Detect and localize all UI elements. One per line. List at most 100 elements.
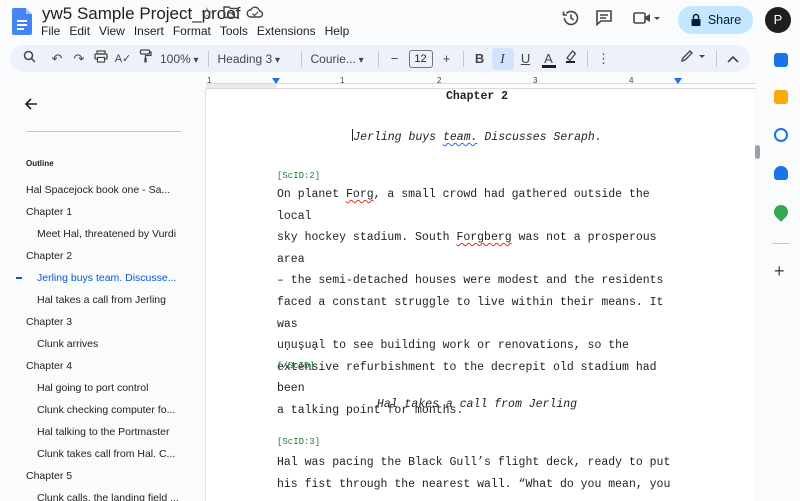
scrollbar-thumb[interactable] [755, 145, 760, 159]
outline-item[interactable]: Chapter 2 [0, 245, 206, 267]
outline-divider [26, 131, 181, 132]
outline-list: Hal Spacejock book one - Sa... Chapter 1… [0, 179, 206, 501]
zoom-select[interactable]: 100% [156, 48, 203, 70]
share-button[interactable]: Share [678, 6, 753, 34]
menu-file[interactable]: File [41, 24, 60, 38]
toolbar-divider [462, 50, 464, 67]
contacts-icon[interactable] [774, 166, 788, 180]
document-outline-panel: Outline Hal Spacejock book one - Sa... C… [0, 89, 206, 501]
meet-icon[interactable] [631, 8, 663, 32]
underline-button[interactable]: U [515, 48, 537, 70]
outline-item[interactable]: Hal going to port control [0, 377, 206, 399]
style-value: Heading 3 [217, 51, 273, 66]
scene-heading-part: Discusses Seraph. [477, 131, 602, 144]
menu-view[interactable]: View [99, 24, 125, 38]
side-panel-divider [772, 243, 790, 244]
comments-icon[interactable] [592, 8, 616, 32]
text-color-label: A [544, 50, 553, 66]
version-history-icon[interactable] [559, 8, 583, 32]
maps-icon[interactable] [771, 202, 791, 222]
paint-format-icon[interactable] [134, 48, 156, 70]
spelling-error[interactable]: Forgberg [456, 231, 511, 244]
menu-help[interactable]: Help [325, 24, 350, 38]
avatar[interactable]: P [765, 7, 791, 33]
spellcheck-icon[interactable]: A✓ [112, 48, 134, 70]
menu-format[interactable]: Format [173, 24, 211, 38]
collapse-menus-icon[interactable] [722, 48, 744, 70]
add-addon-icon[interactable]: + [774, 262, 785, 280]
menu-tools[interactable]: Tools [220, 24, 248, 38]
outline-item[interactable]: Clunk arrives [0, 333, 206, 355]
decrease-font-size-icon[interactable]: − [384, 48, 406, 70]
outline-item[interactable]: Hal takes a call from Jerling [0, 289, 206, 311]
paragraph-line: unusual to see building work or renovati… [277, 339, 629, 353]
outline-item[interactable]: Meet Hal, threatened by Vurdi [0, 223, 206, 245]
outline-item[interactable]: Clunk takes call from Hal. C... [0, 443, 206, 465]
more-options-icon[interactable]: ⋮ [593, 48, 615, 70]
paragraph-line: – the semi-detached houses were modest a… [277, 274, 664, 288]
keep-icon[interactable] [774, 90, 788, 104]
title-icons: ☆ [198, 5, 264, 23]
ruler-tick: 1 [340, 76, 345, 85]
menu-insert[interactable]: Insert [134, 24, 164, 38]
print-icon[interactable] [90, 48, 112, 70]
text-color-button[interactable]: A [541, 50, 556, 68]
search-menus-icon[interactable] [18, 48, 40, 70]
menu-bar: File Edit View Insert Format Tools Exten… [41, 24, 349, 38]
font-size-input[interactable]: 12 [408, 49, 433, 68]
italic-button[interactable]: I [491, 47, 514, 70]
back-arrow-icon[interactable] [24, 95, 38, 116]
tasks-icon[interactable] [774, 128, 788, 142]
toolbar-divider [300, 50, 302, 67]
outline-item[interactable]: Chapter 4 [0, 355, 206, 377]
vertical-scrollbar[interactable] [755, 90, 762, 501]
bold-button[interactable]: B [469, 48, 491, 70]
scene-id-close-tag: [/ScID] [277, 361, 315, 371]
paragraph-line: extensive refurbishment to the decrepit … [277, 360, 657, 396]
highlight-icon[interactable] [560, 48, 582, 70]
paragraph-line: On planet Forg, a small crowd had gather… [277, 188, 650, 223]
menu-extensions[interactable]: Extensions [257, 24, 316, 38]
ruler-margin [206, 84, 276, 88]
toolbar-divider [377, 50, 379, 67]
chapter-heading: Chapter 2 [445, 90, 509, 103]
menu-edit[interactable]: Edit [69, 24, 90, 38]
undo-icon[interactable]: ↶ [46, 48, 68, 70]
redo-icon[interactable]: ↷ [68, 48, 90, 70]
italic-label: I [500, 51, 505, 67]
outline-item[interactable]: Chapter 3 [0, 311, 206, 333]
editing-mode-icon[interactable] [677, 48, 711, 70]
paragraph-line: sky hockey stadium. South Forgberg was n… [277, 231, 657, 266]
toolbar-divider [586, 50, 588, 67]
outline-item[interactable]: Clunk checking computer fo... [0, 399, 206, 421]
toolbar-divider [207, 50, 209, 67]
outline-item-active[interactable]: Jerling buys team. Discusse... [0, 267, 206, 289]
outline-item[interactable]: Hal Spacejock book one - Sa... [0, 179, 206, 201]
paragraph-line: Hal was pacing the Black Gull’s flight d… [277, 456, 671, 469]
docs-logo-icon[interactable] [12, 8, 32, 35]
left-indent-marker[interactable] [272, 78, 280, 84]
docs-app: yw5 Sample Project_proof ☆ File Edit Vie… [0, 0, 800, 501]
outline-item[interactable]: Chapter 1 [0, 201, 206, 223]
ruler: 1 1 2 3 4 5 [206, 76, 756, 90]
scene-id-tag: [ScID:2] [277, 171, 321, 181]
document-canvas[interactable]: Chapter 2 Jerling buys team. Discusses S… [207, 90, 755, 501]
right-indent-marker[interactable] [674, 78, 682, 84]
share-label: Share [707, 13, 742, 27]
spelling-error[interactable]: Forg [346, 188, 374, 201]
scene-heading: Hal takes a call from Jerling [376, 398, 578, 411]
outline-item[interactable]: Clunk calls, the landing field ... [0, 487, 206, 501]
side-panel: + [762, 44, 800, 501]
increase-font-size-icon[interactable]: + [436, 48, 458, 70]
move-folder-icon[interactable] [222, 5, 240, 23]
font-select[interactable]: Courie... [307, 48, 373, 70]
style-select[interactable]: Heading 3 [214, 48, 296, 70]
scene-heading: Jerling buys team. Discusses Seraph. [207, 129, 747, 144]
star-icon[interactable]: ☆ [198, 5, 216, 23]
outline-item[interactable]: Hal talking to the Portmaster [0, 421, 206, 443]
cloud-saved-icon[interactable] [246, 5, 264, 23]
calendar-icon[interactable] [774, 53, 788, 67]
grammar-suggestion[interactable]: team. [443, 131, 478, 144]
outline-item[interactable]: Chapter 5 [0, 465, 206, 487]
document-page[interactable]: Chapter 2 Jerling buys team. Discusses S… [207, 90, 754, 501]
